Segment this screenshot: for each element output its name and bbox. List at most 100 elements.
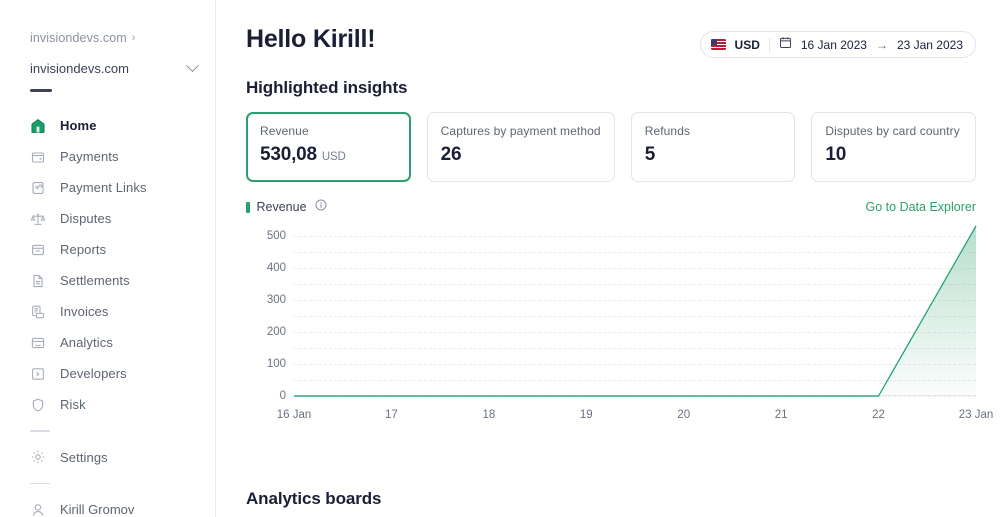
filter-bar: USD 16 Jan 2023 → 23 Jan 2023 [699, 31, 976, 58]
y-axis-tick: 500 [266, 229, 286, 242]
revenue-chart: 0 100 200 300 400 500 16 Jan 17 18 19 20 21 22 23 Ja… [246, 226, 994, 441]
sidebar-item-settings[interactable]: Settings [0, 442, 215, 473]
sidebar-item-label: Payments [60, 149, 119, 164]
x-axis-tick: 22 [872, 409, 885, 421]
sidebar-item-label: Payment Links [60, 180, 147, 195]
legend-color-swatch [246, 201, 250, 213]
home-icon [30, 118, 46, 134]
chart-svg [294, 226, 976, 396]
insight-card-disputes[interactable]: Disputes by card country 10 [811, 112, 976, 182]
card-value-wrap: 26 [441, 144, 601, 166]
insight-card-captures[interactable]: Captures by payment method 26 [426, 112, 615, 182]
y-axis-tick: 300 [266, 293, 286, 306]
user-icon [30, 502, 46, 517]
date-range-arrow: → [875, 37, 888, 52]
x-axis-tick: 18 [482, 409, 496, 421]
card-label: Refunds [644, 124, 691, 138]
account-name: invisiondevs.com [30, 60, 129, 76]
sidebar: invisiondevs.com › invisiondevs.com Home… [0, 0, 216, 517]
sidebar-item-label: Settlements [60, 273, 130, 288]
sidebar-divider [30, 430, 50, 432]
chevron-right-icon: › [131, 31, 136, 44]
currency-selector[interactable]: USD [735, 38, 760, 52]
y-axis-labels: 0 100 200 300 400 500 [246, 226, 286, 402]
y-axis-tick: 400 [266, 261, 286, 274]
filter-divider [768, 37, 770, 52]
sidebar-item-disputes[interactable]: Disputes [0, 203, 215, 234]
reports-icon [30, 242, 46, 258]
disputes-icon [30, 211, 46, 227]
insight-cards: Revenue 530,08 USD Captures by payment m… [246, 112, 976, 182]
card-label: Captures by payment method [440, 124, 601, 138]
y-axis-tick: 0 [279, 390, 286, 402]
x-axis-tick: 21 [774, 409, 788, 421]
sidebar-item-payments[interactable]: Payments [0, 141, 215, 172]
sidebar-user[interactable]: Kirill Gromov [0, 494, 215, 517]
sidebar-item-home[interactable]: Home [0, 110, 215, 141]
sidebar-item-reports[interactable]: Reports [0, 234, 215, 265]
account-underline [30, 89, 52, 92]
card-value-wrap: 5 [645, 144, 782, 166]
x-axis-tick: 17 [385, 409, 398, 421]
sidebar-item-risk[interactable]: Risk [0, 389, 215, 420]
data-explorer-link[interactable]: Go to Data Explorer [866, 200, 976, 214]
sidebar-item-developers[interactable]: Developers [0, 358, 215, 389]
card-value: 5 [644, 144, 656, 165]
sidebar-item-label: Risk [60, 397, 86, 412]
card-value: 530,08 [260, 144, 317, 165]
chart-legend: Revenue [246, 198, 327, 216]
sidebar-divider-bottom [30, 482, 50, 484]
sidebar-item-label: Reports [60, 242, 107, 257]
sidebar-item-label: Invoices [60, 304, 109, 319]
analytics-boards-title: Analytics boards [246, 489, 382, 508]
sidebar-user-label: Kirill Gromov [60, 502, 135, 517]
card-value: 10 [825, 144, 847, 165]
payment-links-icon [30, 180, 46, 196]
chevron-down-icon [186, 58, 199, 72]
date-to[interactable]: 23 Jan 2023 [897, 38, 963, 52]
card-value: 26 [440, 144, 462, 165]
sidebar-item-analytics[interactable]: Analytics [0, 327, 215, 358]
sidebar-item-label: Settings [60, 449, 108, 465]
x-axis-tick: 20 [677, 409, 691, 421]
sidebar-nav: Home Payments Payment Links Disputes Rep… [0, 110, 215, 517]
account-switcher[interactable]: invisiondevs.com [0, 55, 215, 81]
sidebar-item-payment-links[interactable]: Payment Links [0, 172, 215, 203]
sidebar-item-settlements[interactable]: Settlements [0, 265, 215, 296]
calendar-icon [779, 36, 792, 54]
main-content: Hello Kirill! USD 16 Jan 2023 → 23 Jan 2… [216, 0, 1000, 517]
card-unit: USD [321, 151, 346, 163]
settlements-icon [30, 273, 46, 289]
sidebar-item-label: Analytics [60, 335, 113, 350]
card-value-wrap: 10 [825, 144, 962, 166]
card-label: Disputes by card country [825, 124, 960, 138]
analytics-icon [30, 335, 46, 351]
sidebar-item-label: Developers [60, 366, 127, 381]
app-root: invisiondevs.com › invisiondevs.com Home… [0, 0, 1000, 517]
date-from[interactable]: 16 Jan 2023 [801, 38, 867, 52]
x-axis-tick: 19 [579, 409, 593, 421]
info-icon[interactable] [315, 198, 327, 216]
sidebar-item-invoices[interactable]: Invoices [0, 296, 215, 327]
chart-plot-area[interactable] [294, 226, 976, 396]
gear-icon [30, 449, 46, 465]
card-value-wrap: 530,08 USD [260, 144, 397, 166]
insight-card-refunds[interactable]: Refunds 5 [630, 112, 796, 182]
x-axis-labels: 16 Jan 17 18 19 20 21 22 23 Jan [277, 409, 994, 425]
card-label: Revenue [260, 124, 309, 138]
payments-icon [30, 149, 46, 165]
breadcrumb[interactable]: invisiondevs.com › [0, 28, 215, 48]
risk-icon [30, 397, 46, 413]
insight-card-revenue[interactable]: Revenue 530,08 USD [246, 112, 411, 182]
invoices-icon [30, 304, 46, 320]
y-axis-tick: 200 [266, 325, 286, 338]
x-axis-tick: 16 Jan [276, 409, 312, 421]
y-axis-tick: 100 [266, 357, 286, 370]
insights-title: Highlighted insights [246, 78, 408, 97]
developers-icon [30, 366, 46, 382]
chart-header: Revenue Go to Data Explorer [246, 198, 976, 216]
sidebar-item-label: Home [60, 118, 97, 133]
page-title: Hello Kirill! [246, 25, 376, 53]
x-axis-tick: 23 Jan [958, 409, 994, 421]
sidebar-item-label: Disputes [60, 211, 112, 226]
